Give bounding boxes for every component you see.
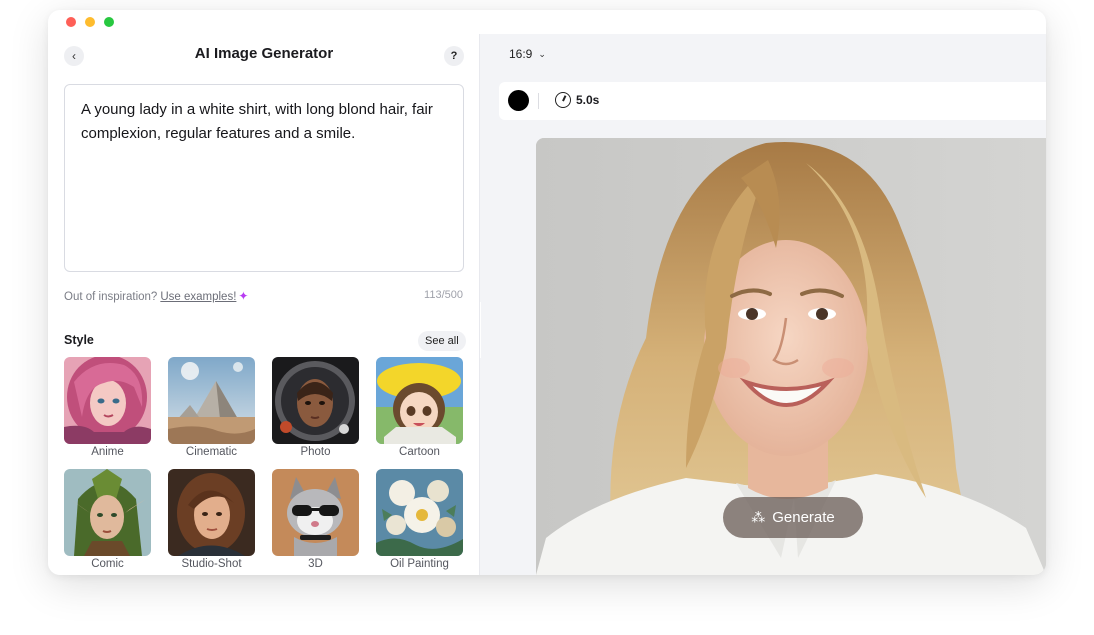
page-title: AI Image Generator (194, 45, 334, 62)
style-label-cartoon: Cartoon (399, 446, 440, 458)
help-button[interactable]: ? (444, 46, 464, 66)
duration-button[interactable]: 5.0s (555, 92, 599, 108)
use-examples-link[interactable]: Use examples! (160, 291, 236, 303)
generated-image-preview: ⁂ Generate (536, 138, 1046, 575)
prompt-text[interactable]: A young lady in a white shirt, with long… (81, 98, 447, 146)
anime-thumbnail (64, 357, 151, 444)
sparkle-icon: ✦ (238, 289, 249, 303)
generate-button[interactable]: ⁂ Generate (723, 497, 863, 538)
style-card-3d[interactable]: 3D (272, 469, 359, 570)
style-card-cinematic[interactable]: Cinematic (168, 357, 255, 458)
style-label-cinematic: Cinematic (185, 446, 238, 458)
style-label-anime: Anime (91, 446, 124, 458)
style-card-comic[interactable]: Comic (64, 469, 151, 570)
inspiration-text: Out of inspiration? (64, 291, 158, 303)
chevron-down-icon: ⌄ (538, 48, 546, 59)
color-swatch-button[interactable] (508, 90, 529, 111)
preview-panel: 16:9 ⌄ 5.0s ⁂ Generate (481, 34, 1046, 575)
magic-wand-icon: ⁂ (751, 509, 766, 525)
generate-label: Generate (772, 509, 835, 526)
studio-shot-thumbnail (168, 469, 255, 556)
style-label-oil-painting: Oil Painting (390, 558, 449, 570)
see-all-button[interactable]: See all (418, 331, 466, 351)
comic-thumbnail (64, 469, 151, 556)
cartoon-thumbnail (376, 357, 463, 444)
character-counter: 113/500 (424, 289, 463, 301)
style-card-studio-shot[interactable]: Studio-Shot (168, 469, 255, 570)
clock-icon (555, 92, 571, 108)
prompt-input[interactable]: A young lady in a white shirt, with long… (64, 84, 464, 272)
stage: ‹ AI Image Generator ? A young lady in a… (0, 0, 1094, 635)
aspect-ratio-value: 16:9 (509, 47, 533, 61)
style-card-oil-painting[interactable]: Oil Painting (376, 469, 463, 570)
style-section-label: Style (64, 333, 94, 347)
style-label-studio-shot: Studio-Shot (181, 558, 242, 570)
style-label-comic: Comic (91, 558, 124, 570)
oil-painting-thumbnail (376, 469, 463, 556)
inspiration-hint: Out of inspiration? Use examples! ✦ (64, 289, 248, 303)
duration-value: 5.0s (576, 93, 600, 107)
generator-panel: ‹ AI Image Generator ? A young lady in a… (48, 34, 480, 575)
cinematic-thumbnail (168, 357, 255, 444)
aspect-ratio-select[interactable]: 16:9 ⌄ (509, 47, 546, 61)
style-label-3d: 3D (308, 558, 323, 570)
zoom-window-button[interactable] (104, 17, 114, 27)
style-label-photo: Photo (300, 446, 331, 458)
app-window: ‹ AI Image Generator ? A young lady in a… (48, 10, 1046, 575)
close-window-button[interactable] (66, 17, 76, 27)
3d-thumbnail (272, 469, 359, 556)
toolbar-divider (538, 93, 539, 109)
minimize-window-button[interactable] (85, 17, 95, 27)
window-titlebar (48, 10, 1046, 34)
style-card-photo[interactable]: Photo (272, 357, 359, 458)
style-card-cartoon[interactable]: Cartoon (376, 357, 463, 458)
style-card-anime[interactable]: Anime (64, 357, 151, 458)
preview-toolbar: 5.0s (499, 82, 1046, 120)
photo-thumbnail (272, 357, 359, 444)
